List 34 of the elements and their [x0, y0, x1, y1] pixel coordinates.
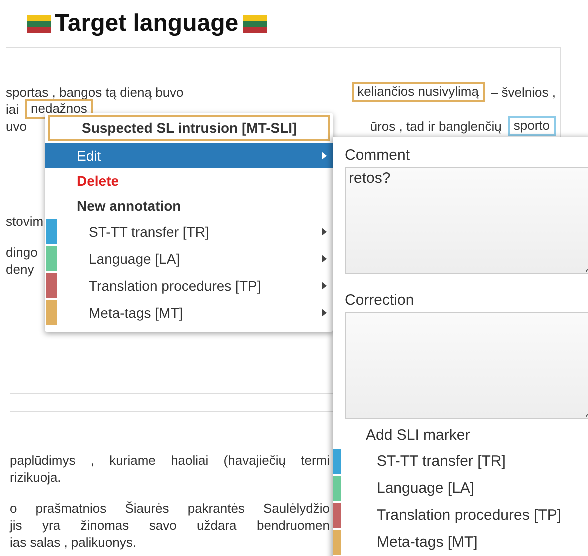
flag-icon	[242, 15, 267, 33]
text-fragment: deny	[6, 261, 34, 278]
text-fragment: jis yra žinomas savo uždara bendruomen	[10, 517, 330, 534]
text-fragment: dingo	[6, 244, 38, 261]
text-fragment: paplūdimys , kuriame haoliai (havajiečių termi	[10, 452, 330, 469]
page-title: Target language	[55, 10, 239, 38]
menu-item[interactable]: Edit	[45, 143, 333, 168]
text-fragment: ias salas , palikuonys.	[10, 534, 136, 551]
text-fragment: rizikuoja.	[10, 469, 62, 486]
section-label: Add SLI marker	[366, 427, 472, 444]
marker-option[interactable]: Language [LA]	[333, 475, 588, 502]
marked-phrase[interactable]: sporto	[508, 116, 556, 136]
text-fragment: o prašmatnios Šiaurės pakrantės Saulėlydžio	[10, 500, 330, 517]
marked-phrase[interactable]: keliančios nusivylimą	[352, 82, 485, 102]
menu-item[interactable]: Language [LA]	[45, 245, 333, 272]
field-label: Correction	[345, 292, 416, 310]
comment-field[interactable]: retos?	[345, 167, 588, 274]
text-fragment: iai	[6, 101, 20, 118]
flag-icon	[27, 15, 51, 33]
text-fragment: uvo	[6, 118, 27, 135]
text-fragment: sportas , bangos tą dieną buvo	[6, 84, 184, 101]
text-fragment: stovim	[6, 213, 44, 230]
text-fragment: – švelnios ,	[490, 84, 556, 101]
text-fragment: ūros , tad ir banglenčių	[370, 118, 502, 135]
marker-option[interactable]: Translation procedures [TP]	[333, 502, 588, 529]
marker-option[interactable]: Meta-tags [MT]	[333, 529, 588, 556]
menu-item[interactable]: Delete	[45, 168, 333, 193]
menu-item[interactable]: Translation procedures [TP]	[45, 272, 333, 299]
menu-item[interactable]: Meta-tags [MT]	[45, 299, 333, 326]
marker-option[interactable]: ST-TT transfer [TR]	[333, 448, 588, 475]
field-label: Comment	[345, 147, 412, 165]
correction-field[interactable]	[345, 312, 588, 419]
menu-title: Suspected SL intrusion [MT-SLI]	[48, 115, 330, 141]
menu-item[interactable]: ST-TT transfer [TR]	[45, 218, 333, 245]
